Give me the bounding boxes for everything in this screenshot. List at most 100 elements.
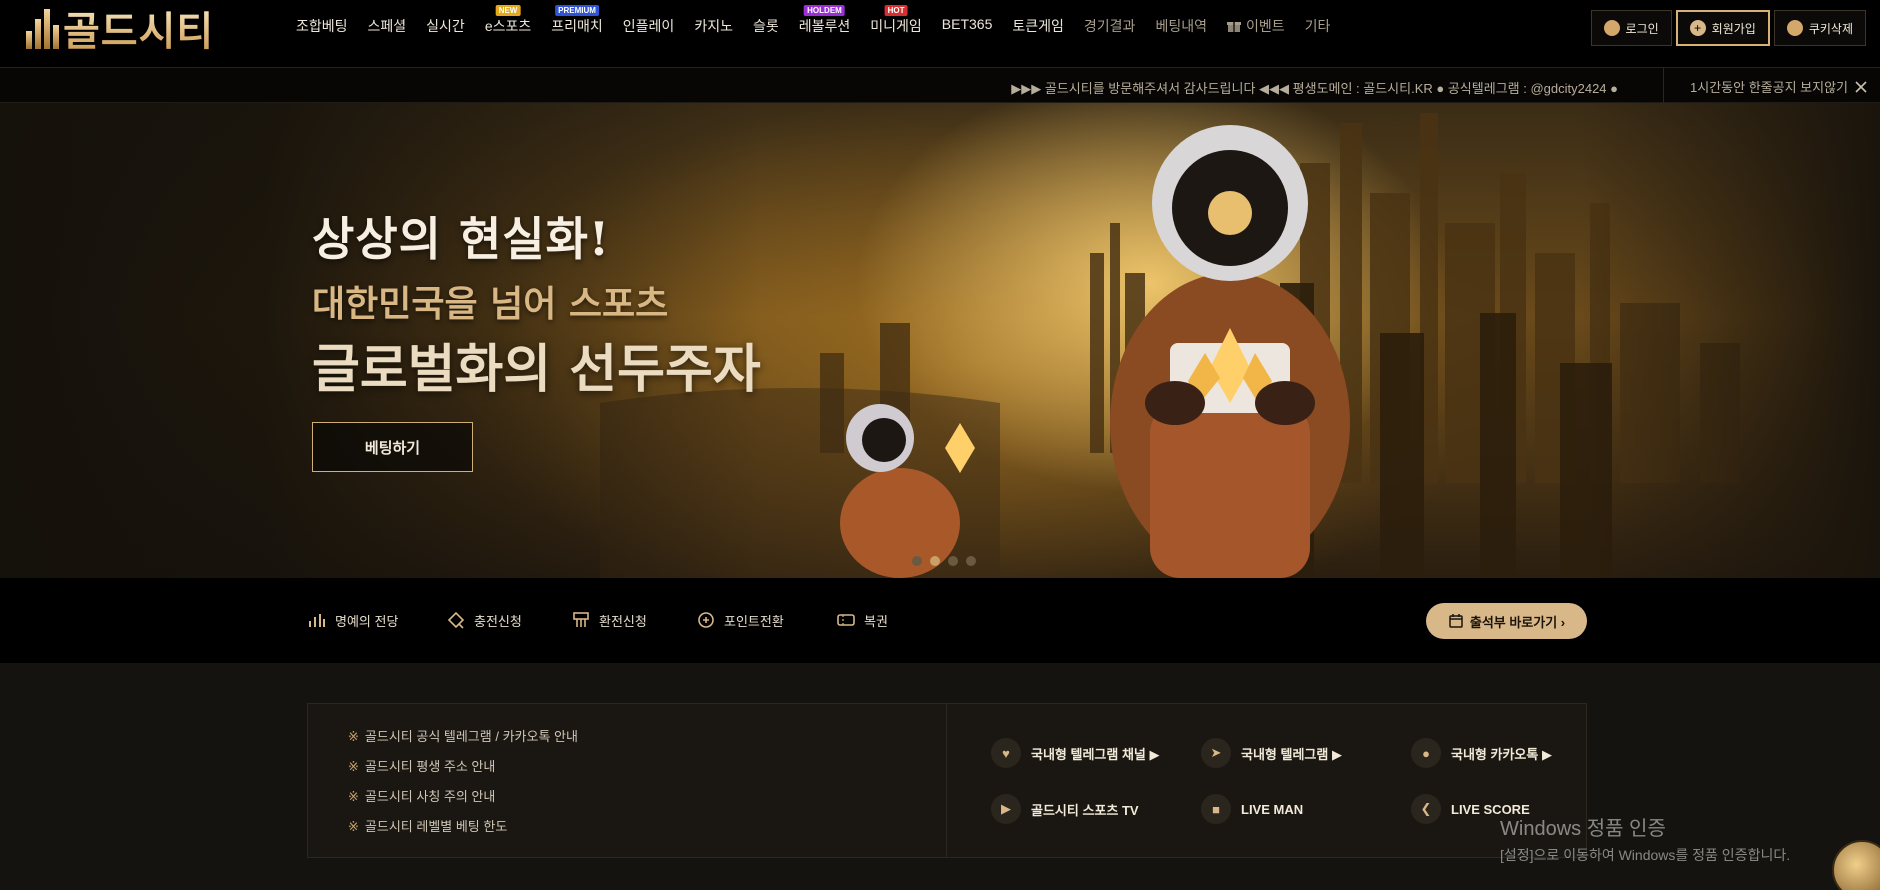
nav-item[interactable]: 실시간	[426, 16, 465, 36]
notice-mark: ※	[348, 819, 359, 834]
deposit-request-link[interactable]: 충전신청	[446, 610, 522, 630]
nav-badge: PREMIUM	[555, 5, 599, 16]
carousel-dot[interactable]	[930, 556, 940, 566]
kakaotalk-label: 국내형 카카오톡 ▶	[1451, 746, 1552, 762]
nav-item-label: 경기결과	[1083, 18, 1136, 34]
notice-item[interactable]: ※ 골드시티 공식 텔레그램 / 카카오톡 안내	[348, 726, 578, 756]
nav-item[interactable]: 스페셜	[368, 16, 407, 36]
bet-now-button[interactable]: 베팅하기	[312, 422, 473, 472]
close-icon	[1855, 80, 1867, 93]
notice-item[interactable]: ※ 골드시티 사칭 주의 안내	[348, 786, 578, 816]
live-man-link[interactable]: ■ LIVE MAN	[1201, 792, 1411, 826]
nav-item[interactable]: e스포츠 NEW	[484, 5, 532, 36]
hall-of-fame-label: 명예의 전당	[335, 613, 399, 629]
nav-item[interactable]: 베팅내역	[1155, 16, 1207, 36]
ticker-text: ▶▶▶ 골드시티를 방문해주셔서 감사드립니다 ◀◀◀ 평생도메인 : 골드시티…	[1011, 81, 1618, 96]
video-icon: ▶	[991, 794, 1021, 824]
hero-subtitle-2: 글로벌화의 선두주자	[312, 339, 761, 400]
telegram-icon: ➤	[1201, 738, 1231, 768]
carousel-dot[interactable]	[948, 556, 958, 566]
notice-mark: ※	[348, 729, 359, 744]
logo-text: 골드시티	[63, 0, 214, 57]
hero-right-shade	[1580, 103, 1880, 578]
nav-item-label: 베팅내역	[1155, 18, 1207, 34]
notice-text: 골드시티 평생 주소 안내	[364, 759, 496, 774]
nav-badge: NEW	[495, 5, 521, 16]
carousel-dot[interactable]	[966, 556, 976, 566]
cookie-icon	[1786, 20, 1803, 36]
hero-title: 상상의 현실화!	[312, 212, 611, 266]
signup-button[interactable]: + 회원가입	[1675, 10, 1770, 46]
point-exchange-link[interactable]: 포인트전환	[696, 610, 784, 630]
login-label: 로그인	[1625, 21, 1659, 36]
ticker-divider	[1663, 68, 1664, 103]
hall-of-fame-link[interactable]: 명예의 전당	[307, 610, 398, 630]
page: 골드시티 조합베팅 스페셜 실시간 e스포츠 NEW 프리매치 PREMIUM 인플레이 카지노…	[0, 0, 1880, 890]
nav-item-label: BET365	[941, 16, 993, 32]
clear-cookies-button[interactable]: 쿠키삭제	[1773, 10, 1866, 46]
telegram-channel-link[interactable]: ♥ 국내형 텔레그램 채널 ▶	[991, 736, 1201, 770]
notice-list: ※ 골드시티 공식 텔레그램 / 카카오톡 안내 ※ 골드시티 평생 주소 안내 ※…	[348, 726, 578, 846]
deposit-icon	[447, 611, 465, 629]
hide-ticker-button[interactable]: 1시간동안 한줄공지 보지않기	[1690, 77, 1868, 96]
nav-item-label: 프리매치	[551, 18, 603, 34]
deposit-request-label: 충전신청	[474, 613, 522, 629]
kakaotalk-link[interactable]: ● 국내형 카카오톡 ▶	[1411, 736, 1621, 770]
nav-item[interactable]: 조합베팅	[296, 16, 348, 36]
nav-item[interactable]: 미니게임 HOT	[870, 5, 922, 36]
telegram-channel-label: 국내형 텔레그램 채널 ▶	[1031, 746, 1160, 762]
nav-item[interactable]: 레볼루션 HOLDEM	[799, 5, 850, 36]
bar-chart-icon	[309, 614, 325, 627]
notice-item[interactable]: ※ 골드시티 평생 주소 안내	[348, 756, 578, 786]
carousel-dot[interactable]	[912, 556, 922, 566]
nav-item[interactable]: 프리매치 PREMIUM	[551, 5, 603, 36]
nav-item[interactable]: 경기결과	[1084, 16, 1136, 36]
sports-tv-link[interactable]: ▶ 골드시티 스포츠 TV	[991, 792, 1201, 826]
lottery-link[interactable]: 복권	[836, 610, 888, 630]
withdraw-icon	[573, 612, 589, 627]
nav-item-label: 토큰게임	[1012, 18, 1064, 34]
sports-tv-label: 골드시티 스포츠 TV	[1031, 802, 1139, 818]
point-exchange-label: 포인트전환	[724, 613, 784, 629]
nav-item-label: 실시간	[426, 18, 465, 34]
nav-item[interactable]: 인플레이	[623, 16, 675, 36]
info-panel: ※ 골드시티 공식 텔레그램 / 카카오톡 안내 ※ 골드시티 평생 주소 안내 ※…	[307, 703, 1587, 858]
nav-item[interactable]: BET365	[942, 16, 993, 36]
hero-banner: 상상의 현실화! 대한민국을 넘어 스포츠 글로벌화의 선두주자 베팅하기	[0, 103, 1880, 578]
notice-text: 골드시티 레벨별 베팅 한도	[364, 819, 508, 834]
notice-text: 골드시티 공식 텔레그램 / 카카오톡 안내	[364, 729, 578, 744]
nav-badge: HOT	[884, 5, 908, 16]
nav-item-label: e스포츠	[484, 18, 532, 34]
floating-logo-badge[interactable]	[1832, 840, 1880, 890]
nav-item-label: 기타	[1304, 18, 1331, 34]
nav-item[interactable]: 토큰게임	[1012, 16, 1064, 36]
nav-item-label: 이벤트	[1245, 18, 1285, 34]
point-exchange-icon	[698, 612, 714, 628]
auth-buttons: 로그인 + 회원가입 쿠키삭제	[1590, 10, 1866, 46]
live-camera-icon: ■	[1201, 794, 1231, 824]
lottery-label: 복권	[864, 613, 888, 629]
live-score-icon: ❮	[1411, 794, 1441, 824]
watermark-line-2: [설정]으로 이동하여 Windows를 정품 인증합니다.	[1500, 847, 1791, 863]
kakaotalk-icon: ●	[1411, 738, 1441, 768]
nav-item-label: 미니게임	[870, 18, 922, 34]
nav-item-label: 카지노	[694, 18, 733, 34]
nav-item[interactable]: 슬롯	[753, 16, 779, 36]
login-button[interactable]: 로그인	[1590, 10, 1672, 46]
ticket-icon	[837, 614, 855, 626]
attendance-button[interactable]: 출석부 바로가기 ›	[1426, 603, 1587, 639]
quick-menu-bar: 명예의 전당 충전신청 환전신청 포인트전환 복권 출석부 바로가기 ›	[0, 578, 1880, 663]
nav-item[interactable]: 기타	[1305, 16, 1331, 36]
nav-item[interactable]: 이벤트	[1226, 16, 1285, 36]
calendar-icon	[1449, 614, 1463, 628]
nav-item[interactable]: 카지노	[694, 16, 733, 36]
telegram-link[interactable]: ➤ 국내형 텔레그램 ▶	[1201, 736, 1411, 770]
gift-icon	[1226, 19, 1241, 33]
nav-badge: HOLDEM	[804, 5, 845, 16]
nav-item-label: 조합베팅	[296, 18, 348, 34]
windows-activation-watermark: Windows 정품 인증 [설정]으로 이동하여 Windows를 정품 인증…	[1500, 812, 1790, 865]
withdraw-request-link[interactable]: 환전신청	[571, 610, 647, 630]
site-logo[interactable]: 골드시티	[26, 4, 214, 55]
notice-item[interactable]: ※ 골드시티 레벨별 베팅 한도	[348, 816, 578, 846]
plus-icon: +	[1689, 20, 1706, 36]
